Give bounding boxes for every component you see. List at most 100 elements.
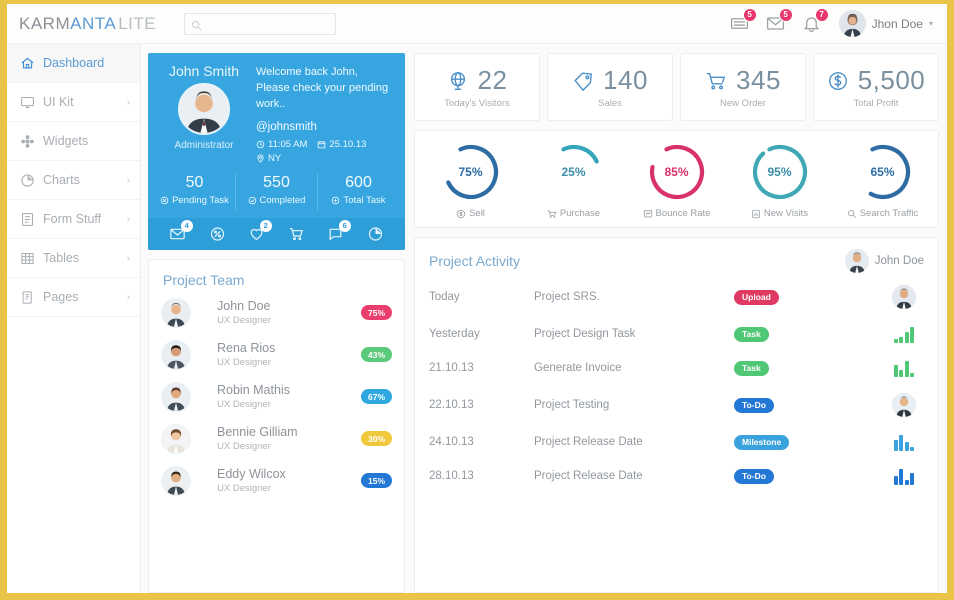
donut-label: Sell xyxy=(469,208,485,219)
tag-icon xyxy=(572,70,594,92)
activity-end xyxy=(884,359,924,377)
search-icon xyxy=(191,18,202,31)
kpi-main: 5,500 xyxy=(827,65,926,96)
percent-icon[interactable] xyxy=(207,224,227,244)
chat-icon[interactable]: 6 xyxy=(326,219,351,244)
kpi-card-sales[interactable]: 140 Sales xyxy=(547,53,673,121)
stat-label-wrap: Total Task xyxy=(331,194,386,206)
stat-completed: 550 Completed xyxy=(236,173,318,210)
kpi-value: 140 xyxy=(603,65,648,95)
search-box[interactable] xyxy=(184,12,337,35)
user-menu[interactable]: Jhon Doe ▾ xyxy=(838,10,933,37)
donut-sell: 75% Sell xyxy=(419,141,522,219)
profile-handle: @johnsmith xyxy=(256,120,317,133)
table-row[interactable]: 22.10.13 Project Testing To-Do xyxy=(415,385,938,425)
table-row[interactable]: 24.10.13 Project Release Date Milestone xyxy=(415,425,938,459)
left-column: John Smith Administrator Welcome back Jo… xyxy=(148,53,405,593)
sidebar-item-tables[interactable]: Tables › xyxy=(7,239,140,278)
profile-name: John Smith xyxy=(168,63,240,79)
profile-stats: 50 Pending Task 550 Completed 600 Total … xyxy=(148,168,405,218)
list-item-text: Rena Rios UX Designer xyxy=(201,341,351,368)
chevron-right-icon: › xyxy=(126,252,130,264)
team-member-role: UX Designer xyxy=(217,483,271,495)
sparkline-chart xyxy=(893,433,915,451)
avatar xyxy=(892,393,916,417)
project-activity-title: Project Activity xyxy=(429,253,521,269)
envelope-icon[interactable]: 4 xyxy=(168,219,193,244)
sidebar-item-dashboard[interactable]: Dashboard xyxy=(7,44,140,83)
status-badge: Task xyxy=(734,360,769,376)
status-badge: 67% xyxy=(360,389,392,405)
stat-label: Total Task xyxy=(343,194,386,206)
activity-date: 22.10.13 xyxy=(429,399,474,411)
avatar xyxy=(892,285,916,309)
donut-label-wrap: New Visits xyxy=(751,208,808,219)
pie-chart-icon[interactable] xyxy=(365,224,385,244)
donut-label-wrap: Bounce Rate xyxy=(643,208,710,219)
activity-badge-cell: Milestone xyxy=(734,434,884,450)
envelope-badge: 4 xyxy=(180,219,193,232)
list-badge: 5 xyxy=(742,7,757,22)
table-row[interactable]: Yesterday Project Design Task Task xyxy=(415,317,938,351)
sidebar-item-widgets[interactable]: Widgets xyxy=(7,122,140,161)
activity-end xyxy=(884,467,924,485)
list-icon[interactable]: 5 xyxy=(729,7,757,35)
kpi-card-new-order[interactable]: 345 New Order xyxy=(680,53,806,121)
activity-task: Project Release Date xyxy=(534,436,643,448)
donut-value: 25% xyxy=(561,165,586,179)
pages-icon xyxy=(19,289,35,305)
list-item[interactable]: John Doe UX Designer 75% xyxy=(149,292,404,334)
list-item[interactable]: Bennie Gilliam UX Designer 30% xyxy=(149,418,404,460)
envelope-icon[interactable]: 5 xyxy=(765,7,793,35)
sidebar-item-label: Pages xyxy=(43,290,79,304)
sidebar-item-label: Tables xyxy=(43,251,80,265)
table-row[interactable]: 21.10.13 Generate Invoice Task xyxy=(415,351,938,385)
sidebar-item-ui-kit[interactable]: UI Kit › xyxy=(7,83,140,122)
bell-icon[interactable]: 7 xyxy=(801,7,829,35)
team-member-role: UX Designer xyxy=(217,399,271,411)
donut-label-wrap: Search Traffic xyxy=(847,208,918,219)
cart-icon xyxy=(547,209,557,218)
team-member-name: John Doe xyxy=(217,299,271,314)
sidebar-item-pages[interactable]: Pages › xyxy=(7,278,140,317)
team-member-name: Rena Rios xyxy=(217,341,276,356)
project-activity-header: Project Activity John Doe xyxy=(415,238,938,277)
sidebar-item-label: Form Stuff xyxy=(43,212,102,226)
team-member-role: UX Designer xyxy=(217,315,271,327)
activity-owner: John Doe xyxy=(844,249,924,273)
table-icon xyxy=(19,250,35,266)
bounce-icon xyxy=(643,209,652,217)
list-item[interactable]: Robin Mathis UX Designer 67% xyxy=(149,376,404,418)
donut-bounce-rate: 85% Bounce Rate xyxy=(625,141,728,219)
donut-value: 95% xyxy=(767,165,792,179)
search-icon xyxy=(847,209,856,218)
table-row[interactable]: 28.10.13 Project Release Date To-Do xyxy=(415,459,938,493)
status-badge: Upload xyxy=(734,289,779,305)
pie-chart-icon xyxy=(19,172,35,188)
sidebar-item-label: Dashboard xyxy=(43,56,105,70)
kpi-main: 22 xyxy=(447,65,508,96)
kpi-card-todays-visitors[interactable]: 22 Today's Visitors xyxy=(414,53,540,121)
sidebar-item-label: Charts xyxy=(43,173,80,187)
heart-icon[interactable]: 2 xyxy=(247,219,272,244)
app-logo[interactable]: KARMANTA LITE xyxy=(19,14,156,34)
kpi-card-total-profit[interactable]: 5,500 Total Profit xyxy=(813,53,939,121)
stat-label-wrap: Pending Task xyxy=(160,195,229,206)
table-row[interactable]: Today Project SRS. Upload xyxy=(415,277,938,317)
cart-icon[interactable] xyxy=(286,224,306,244)
list-item[interactable]: Eddy Wilcox UX Designer 15% xyxy=(149,460,404,502)
list-item[interactable]: Rena Rios UX Designer 43% xyxy=(149,334,404,376)
stat-pending-task: 50 Pending Task xyxy=(154,173,236,210)
logo-part-suffix: LITE xyxy=(118,13,157,33)
stat-label-wrap: Completed xyxy=(248,195,305,206)
stat-total-task: 600 Total Task xyxy=(318,174,399,210)
activity-task: Generate Invoice xyxy=(534,362,622,374)
activity-date: Today xyxy=(429,291,460,303)
status-badge: To-Do xyxy=(734,397,774,413)
globe-icon xyxy=(447,70,469,92)
sidebar-item-form-stuff[interactable]: Form Stuff › xyxy=(7,200,140,239)
search-input[interactable] xyxy=(206,17,330,30)
profile-identity: John Smith Administrator xyxy=(160,63,248,164)
kpi-main: 345 xyxy=(705,65,781,96)
sidebar-item-charts[interactable]: Charts › xyxy=(7,161,140,200)
